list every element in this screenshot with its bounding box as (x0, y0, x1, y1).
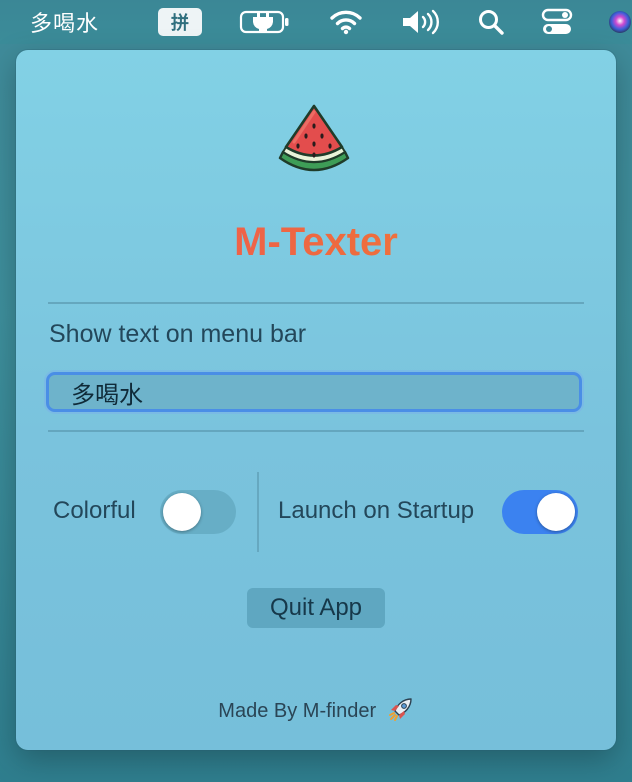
wifi-icon[interactable] (328, 0, 364, 44)
menu-bar: 多喝水 拼 (0, 0, 632, 44)
toggle-knob (163, 493, 201, 531)
search-icon[interactable] (477, 0, 505, 44)
divider-top (48, 302, 584, 304)
menu-bar-text-input[interactable] (46, 372, 582, 412)
rocket-icon (388, 696, 414, 722)
menubar-app-text[interactable]: 多喝水 (30, 0, 99, 44)
quit-app-button[interactable]: Quit App (247, 588, 385, 628)
watermelon-icon (274, 102, 354, 178)
app-title: M-Texter (16, 220, 616, 265)
show-text-label: Show text on menu bar (49, 320, 307, 348)
divider-bottom (48, 430, 584, 432)
siri-icon[interactable] (606, 0, 632, 44)
volume-icon[interactable] (400, 0, 442, 44)
colorful-toggle[interactable] (160, 490, 236, 534)
launch-on-startup-toggle[interactable] (502, 490, 578, 534)
control-center-icon[interactable] (540, 0, 574, 44)
input-method-indicator[interactable]: 拼 (158, 8, 202, 36)
footer-text: Made By M-finder (218, 700, 377, 722)
battery-charging-icon[interactable] (238, 0, 292, 44)
colorful-label: Colorful (53, 497, 136, 524)
launch-on-startup-label: Launch on Startup (278, 497, 475, 524)
vertical-divider (257, 472, 259, 552)
m-texter-popover: M-Texter Show text on menu bar Colorful … (16, 50, 616, 750)
footer: Made By M-finder (16, 696, 616, 723)
toggle-knob (537, 493, 575, 531)
